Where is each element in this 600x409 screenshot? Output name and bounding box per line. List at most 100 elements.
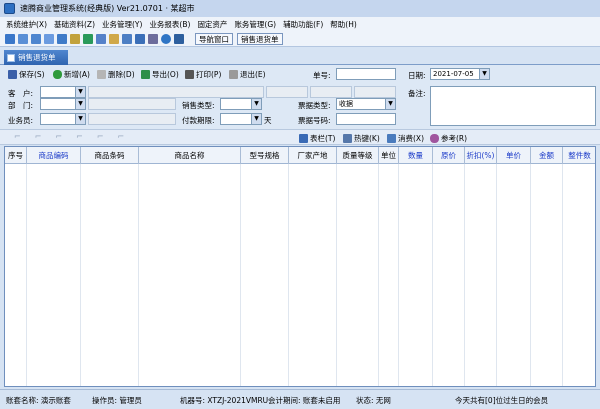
delete-button[interactable]: 删除(D) — [97, 69, 135, 80]
invoice-type-select[interactable]: 收据 ▼ — [336, 98, 396, 110]
exit-button[interactable]: 退出(E) — [229, 69, 266, 80]
salesman-name-field — [88, 113, 176, 125]
export-button[interactable]: 导出(O) — [141, 69, 179, 80]
chevron-down-icon[interactable]: ▼ — [251, 99, 261, 109]
customer-label: 客 户: — [8, 89, 34, 98]
col-header-model[interactable]: 型号规格 — [241, 147, 289, 164]
add-button[interactable]: 新增(A) — [53, 69, 90, 80]
document-icon — [7, 53, 15, 62]
col-header-amount[interactable]: 金额 — [531, 147, 563, 164]
col-header-manufacturer[interactable]: 厂家产地 — [289, 147, 337, 164]
salesman-select[interactable]: ▼ — [40, 113, 86, 125]
chevron-down-icon[interactable]: ▼ — [75, 87, 85, 97]
col-header-product-name[interactable]: 商品名称 — [139, 147, 241, 164]
status-bar: 账套名称: 演示账套 操作员: 管理员 机器号: XTZJ-2021VMRU 会… — [0, 389, 600, 409]
chevron-down-icon[interactable]: ▼ — [251, 114, 261, 124]
col-header-quality[interactable]: 质量等级 — [337, 147, 379, 164]
info-icon[interactable] — [174, 33, 184, 44]
grid-divider — [336, 164, 337, 386]
print-icon[interactable] — [148, 33, 158, 44]
col-header-quantity[interactable]: 数量 — [399, 147, 433, 164]
col-header-original-price[interactable]: 原价 — [433, 147, 465, 164]
customer-extra-field-1 — [266, 86, 308, 98]
remark-label: 备注: — [408, 89, 426, 98]
doc-icon[interactable] — [31, 33, 41, 44]
col-header-index[interactable]: 序号 — [5, 147, 27, 164]
table-icon — [299, 134, 308, 143]
date-picker[interactable]: 2021-07-05 ▼ — [430, 68, 490, 80]
col-header-case-count[interactable]: 整件数 — [563, 147, 596, 164]
table-icon[interactable] — [44, 33, 54, 44]
chevron-down-icon[interactable]: ▼ — [479, 69, 489, 79]
tools-icon[interactable] — [83, 33, 93, 44]
menu-tools[interactable]: 辅助功能(F) — [283, 19, 323, 30]
open-icon[interactable] — [109, 33, 119, 44]
menu-reports[interactable]: 业务报表(B) — [149, 19, 190, 30]
date-label: 日期: — [408, 71, 426, 80]
status-operator: 操作员: 管理员 — [92, 396, 142, 405]
window-title: 速腾商业管理系统(经典版) Ver21.0701 · 某超市 — [20, 4, 195, 13]
consume-button[interactable]: 消费(X) — [387, 133, 424, 144]
user-icon[interactable] — [96, 33, 106, 44]
col-header-barcode[interactable]: 商品条码 — [81, 147, 139, 164]
hotkey-button[interactable]: 热键(K) — [343, 133, 380, 144]
grid-divider — [464, 164, 465, 386]
grid-divider — [240, 164, 241, 386]
grid-divider — [80, 164, 81, 386]
menu-basic-data[interactable]: 基础资料(Z) — [54, 19, 95, 30]
menu-accounts[interactable]: 账务管理(G) — [234, 19, 276, 30]
report-icon[interactable] — [122, 33, 132, 44]
dept-select[interactable]: ▼ — [40, 98, 86, 110]
status-state: 状态: 无网 — [356, 396, 391, 405]
remark-field[interactable] — [430, 86, 596, 126]
grid-divider — [562, 164, 563, 386]
list-icon[interactable] — [18, 33, 28, 44]
save-icon — [8, 70, 17, 79]
grid-divider — [398, 164, 399, 386]
system-icon[interactable] — [5, 33, 15, 44]
print-button[interactable]: 打印(P) — [185, 69, 221, 80]
invoice-type-label: 票据类型: — [298, 101, 331, 110]
form-area: 保存(S) 新增(A) 删除(D) 导出(O) 打印(P) 退出(E) 单号: … — [0, 65, 600, 129]
customer-extra-field-3 — [354, 86, 396, 98]
exit-icon — [229, 70, 238, 79]
reference-icon — [430, 134, 439, 143]
invoice-no-field[interactable] — [336, 113, 396, 125]
doc-no-label: 单号: — [313, 71, 331, 80]
consume-icon — [387, 134, 396, 143]
app-icon — [4, 3, 15, 14]
detail-grid[interactable]: 序号 商品编码 商品条码 商品名称 型号规格 厂家产地 质量等级 单位 数量 原… — [4, 146, 596, 387]
grid-icon[interactable] — [57, 33, 67, 44]
col-header-unit[interactable]: 单位 — [379, 147, 399, 164]
grid-divider — [496, 164, 497, 386]
help-icon[interactable] — [161, 33, 171, 44]
chevron-down-icon[interactable]: ▼ — [75, 114, 85, 124]
menu-business[interactable]: 业务管理(Y) — [102, 19, 142, 30]
save-disk-icon[interactable] — [135, 33, 145, 44]
grid-toolbar: ⌐⌐⌐⌐⌐⌐ 表栏(T) 热键(K) 消费(X) 参考(R) — [0, 129, 600, 145]
customer-select[interactable]: ▼ — [40, 86, 86, 98]
chevron-down-icon[interactable]: ▼ — [385, 99, 395, 109]
delete-x-icon — [97, 70, 106, 79]
col-header-product-code[interactable]: 商品编码 — [27, 147, 81, 164]
tab-sales-return[interactable]: 销售退货单 — [4, 50, 68, 65]
grid-divider — [530, 164, 531, 386]
table-bar-button[interactable]: 表栏(T) — [299, 133, 335, 144]
pay-term-field[interactable]: ▼ — [220, 113, 262, 125]
col-header-discount[interactable]: 折扣(%) — [465, 147, 497, 164]
reference-button[interactable]: 参考(R) — [430, 133, 467, 144]
sales-return-doc-button[interactable]: 销售退货单 — [237, 32, 283, 45]
folder-icon[interactable] — [70, 33, 80, 44]
col-header-unit-price[interactable]: 单价 — [497, 147, 531, 164]
tab-strip: 销售退货单 — [0, 48, 600, 65]
save-button[interactable]: 保存(S) — [8, 69, 45, 80]
menu-fixed-assets[interactable]: 固定资产 — [197, 19, 227, 30]
doc-no-field[interactable] — [336, 68, 396, 80]
grid-divider — [26, 164, 27, 386]
main-toolbar: 导航窗口 销售退货单 — [0, 31, 600, 47]
chevron-down-icon[interactable]: ▼ — [75, 99, 85, 109]
nav-window-button[interactable]: 导航窗口 — [195, 32, 233, 45]
menu-system[interactable]: 系统维护(X) — [6, 19, 47, 30]
menu-help[interactable]: 帮助(H) — [330, 19, 357, 30]
sales-type-select[interactable]: ▼ — [220, 98, 262, 110]
